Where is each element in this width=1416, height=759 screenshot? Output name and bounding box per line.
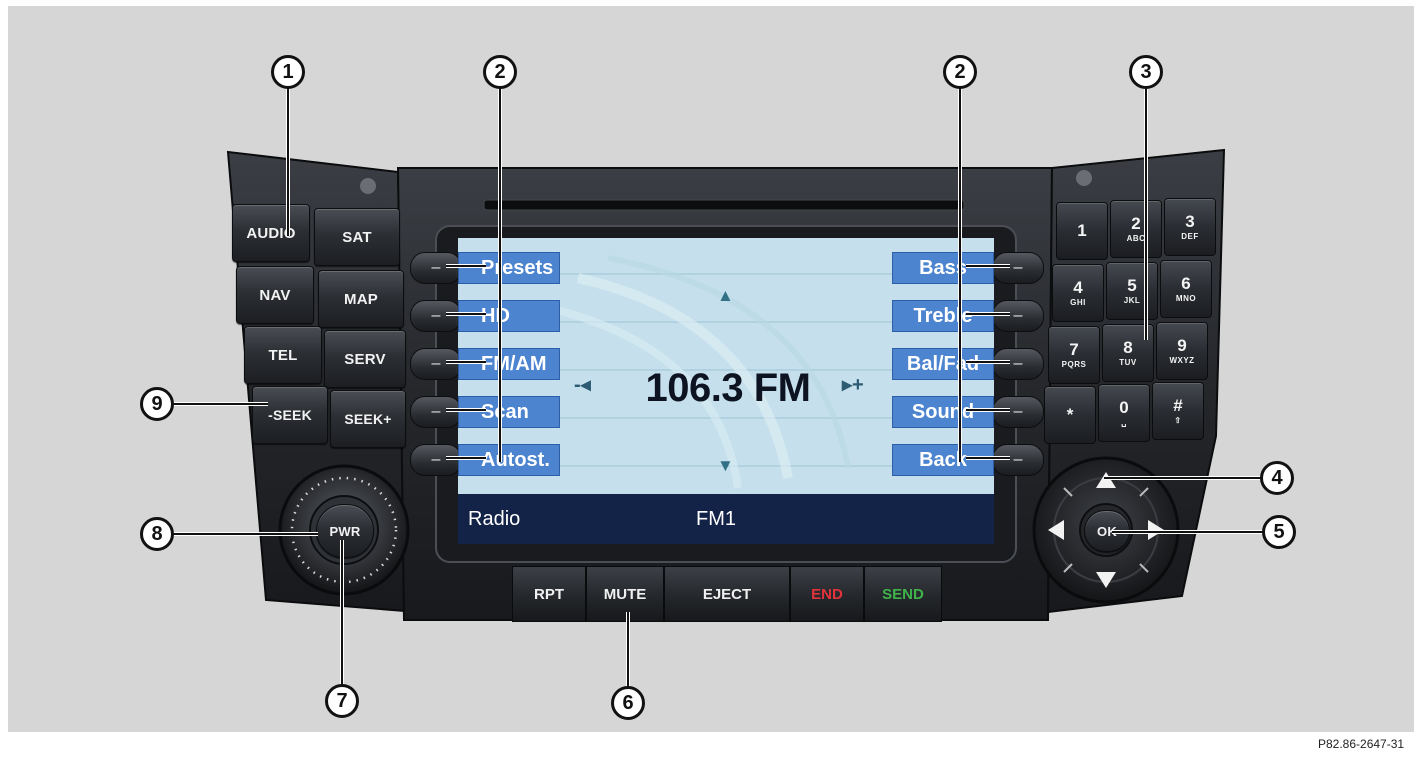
- seek-minus-button[interactable]: -SEEK: [252, 386, 328, 444]
- keypad-letters: MNO: [1175, 294, 1197, 303]
- keypad-6[interactable]: 6 MNO: [1160, 260, 1212, 318]
- softkey-fm-am[interactable]: FM/AM: [458, 348, 560, 380]
- nav-up-arrow[interactable]: [1090, 470, 1122, 492]
- keypad-digit: 8: [1123, 338, 1133, 357]
- callout-7: 7: [325, 684, 359, 718]
- keypad-2[interactable]: 2 ABC: [1110, 200, 1162, 258]
- softkey-rocker-left-2[interactable]: –: [410, 300, 462, 332]
- keypad-9[interactable]: 9 WXYZ: [1156, 322, 1208, 380]
- seek-plus-button[interactable]: SEEK+: [330, 390, 406, 448]
- keypad-7[interactable]: 7 PQRS: [1048, 326, 1100, 384]
- keypad-letters: ABC: [1126, 234, 1146, 243]
- softkey-sound[interactable]: Sound: [892, 396, 994, 428]
- status-bar: Radio FM1: [458, 494, 994, 544]
- softkey-scan[interactable]: Scan: [458, 396, 560, 428]
- keypad-digit: 4: [1073, 278, 1083, 297]
- callout-9: 9: [140, 387, 174, 421]
- map-button[interactable]: MAP: [318, 270, 404, 328]
- keypad-letters: JKL: [1123, 296, 1141, 305]
- eject-button[interactable]: EJECT: [664, 566, 790, 622]
- keypad-5[interactable]: 5 JKL: [1106, 262, 1158, 320]
- seek-right-indicator: ▸+: [842, 374, 864, 396]
- callout-4: 4: [1260, 461, 1294, 495]
- softkey-rocker-left-3[interactable]: –: [410, 348, 462, 380]
- keypad-star[interactable]: *: [1044, 386, 1096, 444]
- up-arrow-icon: ▲: [717, 286, 734, 305]
- mute-button[interactable]: MUTE: [586, 566, 664, 622]
- down-arrow-icon: ▼: [717, 456, 734, 475]
- keypad-digit: 0: [1119, 398, 1129, 417]
- softkey-rocker-left-1[interactable]: –: [410, 252, 462, 284]
- nav-down-arrow[interactable]: [1090, 568, 1122, 590]
- softkey-bass[interactable]: Bass: [892, 252, 994, 284]
- softkey-bal-fad[interactable]: Bal/Fad: [892, 348, 994, 380]
- keypad-digit: *: [1066, 404, 1074, 424]
- softkey-rocker-right-3[interactable]: –: [992, 348, 1044, 380]
- keypad-digit: #: [1173, 396, 1183, 415]
- keypad-digit: 7: [1069, 340, 1079, 359]
- tel-button[interactable]: TEL: [244, 326, 322, 384]
- softkey-hd[interactable]: HD: [458, 300, 560, 332]
- keypad-digit: 5: [1127, 276, 1137, 295]
- softkey-autostore[interactable]: Autost.: [458, 444, 560, 476]
- end-button[interactable]: END: [790, 566, 864, 622]
- keypad-digit: 2: [1131, 214, 1141, 233]
- softkey-rocker-right-2[interactable]: –: [992, 300, 1044, 332]
- softkey-rocker-left-4[interactable]: –: [410, 396, 462, 428]
- keypad-letters: ␣: [1121, 418, 1127, 427]
- figure-code: P82.86-2647-31: [1318, 737, 1405, 751]
- seek-left-indicator: -◂: [574, 374, 591, 396]
- keypad-letters: WXYZ: [1169, 356, 1195, 365]
- keypad-letters: TUV: [1119, 358, 1137, 367]
- softkey-rocker-right-5[interactable]: –: [992, 444, 1044, 476]
- power-button[interactable]: PWR: [316, 504, 374, 558]
- callout-3: 3: [1129, 55, 1163, 89]
- softkey-rocker-right-4[interactable]: –: [992, 396, 1044, 428]
- softkey-back[interactable]: Back: [892, 444, 994, 476]
- callout-2-left: 2: [483, 55, 517, 89]
- keypad-letters: PQRS: [1061, 360, 1087, 369]
- band-label: FM1: [696, 508, 736, 530]
- callout-1: 1: [271, 55, 305, 89]
- audio-button[interactable]: AUDIO: [232, 204, 310, 262]
- keypad-digit: 6: [1181, 274, 1191, 293]
- keypad-digit: 9: [1177, 336, 1187, 355]
- keypad-0[interactable]: 0 ␣: [1098, 384, 1150, 442]
- keypad-1[interactable]: 1: [1056, 202, 1108, 260]
- nav-right-arrow[interactable]: [1144, 516, 1166, 544]
- callout-8: 8: [140, 517, 174, 551]
- sat-button[interactable]: SAT: [314, 208, 400, 266]
- keypad-8[interactable]: 8 TUV: [1102, 324, 1154, 382]
- send-button[interactable]: SEND: [864, 566, 942, 622]
- keypad-hash[interactable]: # ⇧: [1152, 382, 1204, 440]
- softkey-treble[interactable]: Treble: [892, 300, 994, 332]
- keypad-digit: 3: [1185, 212, 1195, 231]
- softkey-presets[interactable]: Presets: [458, 252, 560, 284]
- ok-button[interactable]: OK: [1084, 510, 1130, 552]
- softkey-rocker-right-1[interactable]: –: [992, 252, 1044, 284]
- softkey-rocker-left-5[interactable]: –: [410, 444, 462, 476]
- figure: AUDIO SAT NAV MAP TEL SERV -SEEK SEEK+ P…: [0, 0, 1416, 759]
- frequency-display: 106.3 FM: [645, 366, 811, 410]
- rpt-button[interactable]: RPT: [512, 566, 586, 622]
- nav-button[interactable]: NAV: [236, 266, 314, 324]
- callout-2-right: 2: [943, 55, 977, 89]
- keypad-letters: ⇧: [1174, 416, 1182, 425]
- keypad-letters: DEF: [1181, 232, 1199, 241]
- keypad-3[interactable]: 3 DEF: [1164, 198, 1216, 256]
- source-label: Radio: [468, 508, 521, 530]
- callout-5: 5: [1262, 515, 1296, 549]
- nav-left-arrow[interactable]: [1046, 516, 1068, 544]
- keypad-4[interactable]: 4 GHI: [1052, 264, 1104, 322]
- display-screen: Presets HD FM/AM Scan Autost. Bass Trebl…: [458, 238, 994, 544]
- keypad-letters: GHI: [1070, 298, 1086, 307]
- keypad-digit: 1: [1077, 220, 1087, 240]
- callout-6: 6: [611, 686, 645, 720]
- serv-button[interactable]: SERV: [324, 330, 406, 388]
